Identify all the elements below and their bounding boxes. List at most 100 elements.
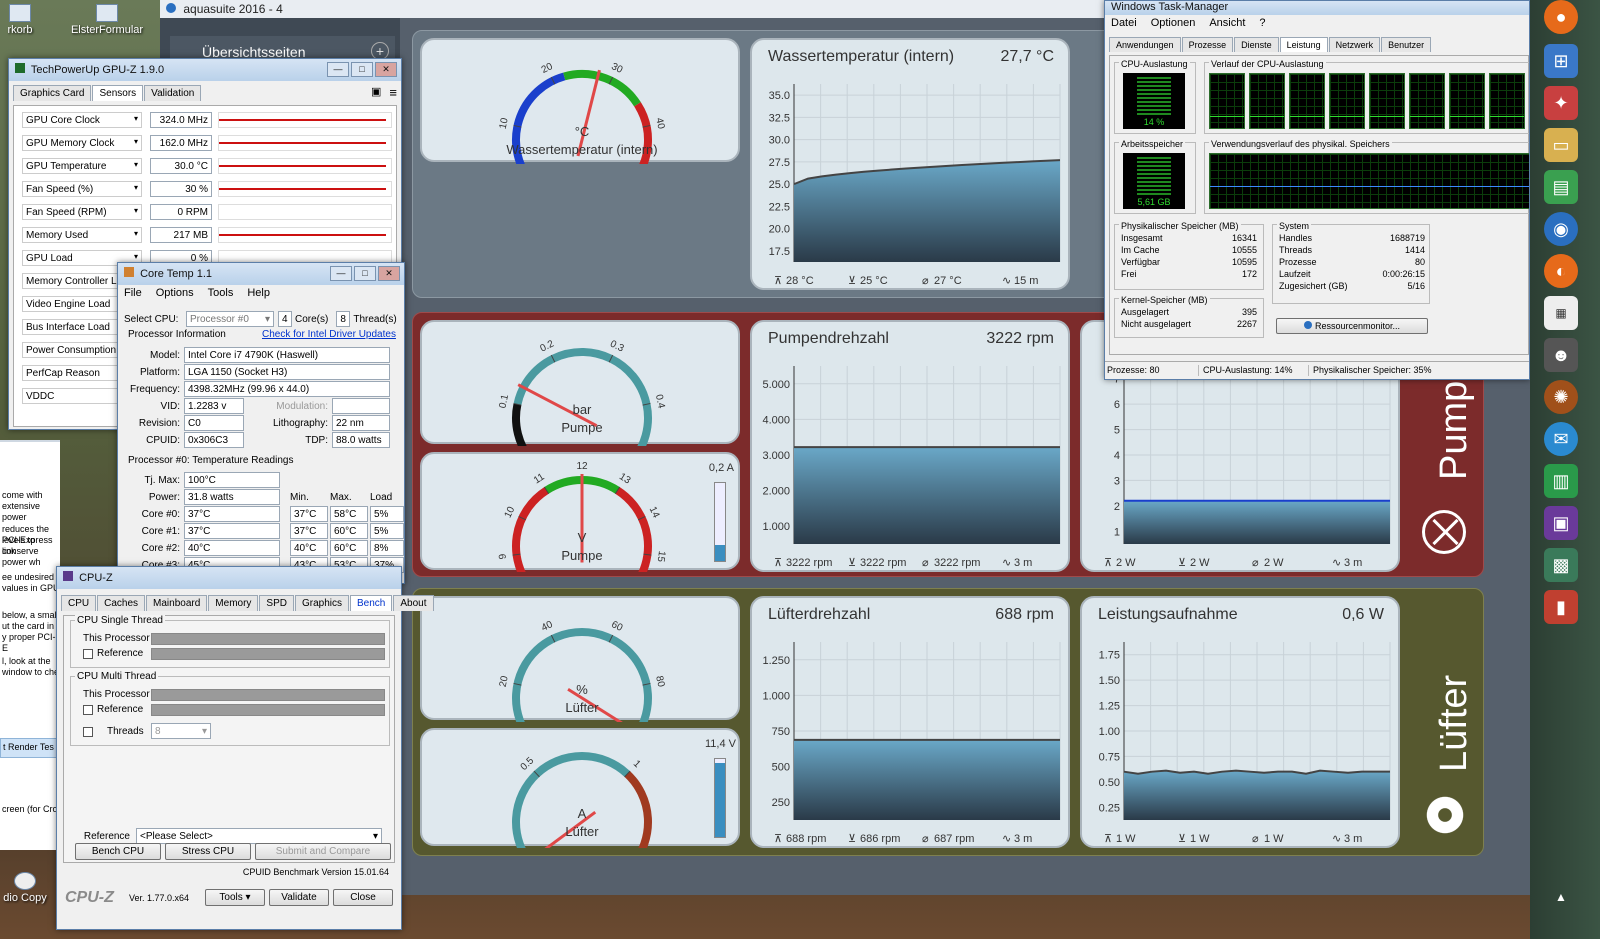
gauge-tick-label: 0.1 [497, 393, 511, 409]
network-icon[interactable]: ▩ [1544, 548, 1578, 582]
submit-compare-button[interactable]: Submit and Compare [255, 843, 391, 860]
bench-cpu-button[interactable]: Bench CPU [75, 843, 161, 860]
gauge-arc-segment [512, 486, 549, 591]
footer-icon: ⌀ [922, 274, 929, 287]
pump-voltage-gauge-box: 8910111213141516VPumpe 0,2 A [420, 452, 740, 605]
menu-help[interactable]: Help [247, 287, 270, 301]
validate-button[interactable]: Validate [269, 889, 329, 906]
single-reference-checkbox[interactable] [83, 649, 93, 659]
sensor-name[interactable]: GPU Core Clock [22, 112, 142, 128]
close-button[interactable]: Close [333, 889, 393, 906]
tab-caches[interactable]: Caches [97, 595, 146, 611]
tab-anwendungen[interactable]: Anwendungen [1109, 37, 1181, 52]
cores-label: Core(s) [295, 313, 329, 325]
select-cpu-dropdown[interactable]: Processor #0 ▾ [186, 311, 274, 327]
sensor-graph [218, 204, 392, 220]
intel-driver-link[interactable]: Check for Intel Driver Updates [262, 329, 396, 340]
tab-graphics-card[interactable]: Graphics Card [13, 85, 92, 101]
maximize-button[interactable]: □ [354, 266, 376, 281]
multi-reference-checkbox[interactable] [83, 705, 93, 715]
sensor-name[interactable]: GPU Temperature [22, 158, 142, 174]
firefox-icon[interactable]: ● [1544, 0, 1578, 34]
minimize-button[interactable]: — [327, 62, 349, 77]
tab-about[interactable]: About [393, 595, 434, 611]
windows-icon[interactable]: ⊞ [1544, 44, 1578, 78]
sensor-name[interactable]: Memory Used [22, 227, 142, 243]
menu-icon[interactable]: ≡ [389, 85, 397, 101]
desktop-icon-audio-copy[interactable]: dio Copy [0, 872, 50, 904]
menu-file[interactable]: File [124, 287, 142, 301]
sensor-name[interactable]: GPU Memory Clock [22, 135, 142, 151]
sensor-row: Memory Used ▾ 217 MB [14, 225, 394, 245]
threads-checkbox[interactable] [83, 727, 93, 737]
gpu-icon[interactable]: ▮ [1544, 590, 1578, 624]
tab-prozesse[interactable]: Prozesse [1181, 37, 1234, 52]
footer-stat: 3222 rpm [934, 557, 980, 569]
fan-rpm-chart-svg: 1.250 1.000 750 500 250 ⊼ 688 rpm ⊻ 686 rpm ⌀ 687 … [762, 642, 1061, 845]
cpu-core-graph [1249, 73, 1285, 129]
bg-text-highlight[interactable]: t Render Tes [0, 738, 60, 758]
sensor-name[interactable]: Fan Speed (%) [22, 181, 142, 197]
y-tick-label: 1.50 [1099, 675, 1120, 687]
monitor-icon[interactable]: ▤ [1544, 170, 1578, 204]
menu-options[interactable]: Options [156, 287, 194, 301]
footer-icon: ⊼ [774, 556, 782, 569]
multi-reference-label: Reference [97, 704, 144, 715]
maximize-button[interactable]: □ [351, 62, 373, 77]
thunderbird-icon[interactable]: ✉ [1544, 422, 1578, 456]
tab-bench[interactable]: Bench [350, 595, 393, 611]
cpu-core-graph [1369, 73, 1405, 129]
bg-text-line: levels to conserve power wh [2, 535, 41, 567]
bg-text-line: l, look at the [2, 656, 51, 666]
tab-netzwerk[interactable]: Netzwerk [1328, 37, 1381, 52]
calendar-icon[interactable]: ▦ [1544, 296, 1578, 330]
desktop-icon-recycle-bin[interactable]: rkorb [0, 4, 40, 36]
game-icon[interactable]: ✺ [1544, 380, 1578, 414]
kv-value: 5/16 [1407, 281, 1425, 291]
menu-help[interactable]: ? [1259, 17, 1265, 31]
sensor-name[interactable]: Fan Speed (RPM) [22, 204, 142, 220]
kv-row: Prozesse 80 [1279, 257, 1425, 267]
tab-cpu[interactable]: CPU [61, 595, 97, 611]
tab-graphics[interactable]: Graphics [294, 595, 349, 611]
stress-cpu-button[interactable]: Stress CPU [165, 843, 251, 860]
minimize-button[interactable]: — [330, 266, 352, 281]
tab-leistung[interactable]: Leistung [1279, 37, 1328, 52]
tab-sensors[interactable]: Sensors [92, 85, 144, 101]
threads-select[interactable]: 8 ▾ [151, 723, 211, 739]
spreadsheet-icon[interactable]: ▥ [1544, 464, 1578, 498]
close-button[interactable]: ✕ [375, 62, 397, 77]
folder-icon[interactable]: ▭ [1544, 128, 1578, 162]
menu-tools[interactable]: Tools [208, 287, 234, 301]
tab-validation[interactable]: Validation [144, 85, 202, 101]
desktop-icon-elsterformular[interactable]: ElsterFormular [62, 4, 152, 36]
background-document-window: come with extensive power reduces the PC… [0, 440, 60, 850]
tools-icon[interactable]: ✦ [1544, 86, 1578, 120]
tray-arrow-icon[interactable]: ▲ [1544, 880, 1578, 914]
reference-select[interactable]: <Please Select> ▾ [136, 828, 382, 844]
tab-dienste[interactable]: Dienste [1234, 37, 1279, 52]
fan-icon [1422, 792, 1468, 838]
tab-memory[interactable]: Memory [208, 595, 259, 611]
tab-mainboard[interactable]: Mainboard [146, 595, 208, 611]
menu-optionen[interactable]: Optionen [1151, 17, 1196, 31]
tab-benutzer[interactable]: Benutzer [1381, 37, 1432, 52]
water-temp-chart: Wassertemperatur (intern) 27,7 °C 35.0 32… [750, 38, 1070, 290]
lithography-label: Lithography: [272, 417, 328, 429]
tab-spd[interactable]: SPD [259, 595, 294, 611]
cpu-icon[interactable]: ▣ [1544, 506, 1578, 540]
memory-meter: 5,61 GB [1123, 153, 1185, 209]
tjmax-label: Tj. Max: [144, 474, 180, 486]
camera-icon[interactable]: ▣ [371, 85, 381, 101]
alien-icon[interactable]: ☻ [1544, 338, 1578, 372]
menu-datei[interactable]: Datei [1111, 17, 1137, 31]
close-button[interactable]: ✕ [378, 266, 400, 281]
tools-button[interactable]: Tools ▾ [205, 889, 265, 906]
chat-icon[interactable]: ◉ [1544, 212, 1578, 246]
water-temp-gauge: 01020304050°CWassertemperatur (intern) [498, 61, 667, 199]
kv-key: Zugesichert (GB) [1279, 281, 1348, 291]
menu-ansicht[interactable]: Ansicht [1209, 17, 1245, 31]
firefox-icon[interactable]: ◐ [1544, 254, 1578, 288]
chevron-down-icon: ▾ [134, 229, 139, 238]
resource-monitor-button[interactable]: Ressourcenmonitor... [1276, 318, 1428, 334]
